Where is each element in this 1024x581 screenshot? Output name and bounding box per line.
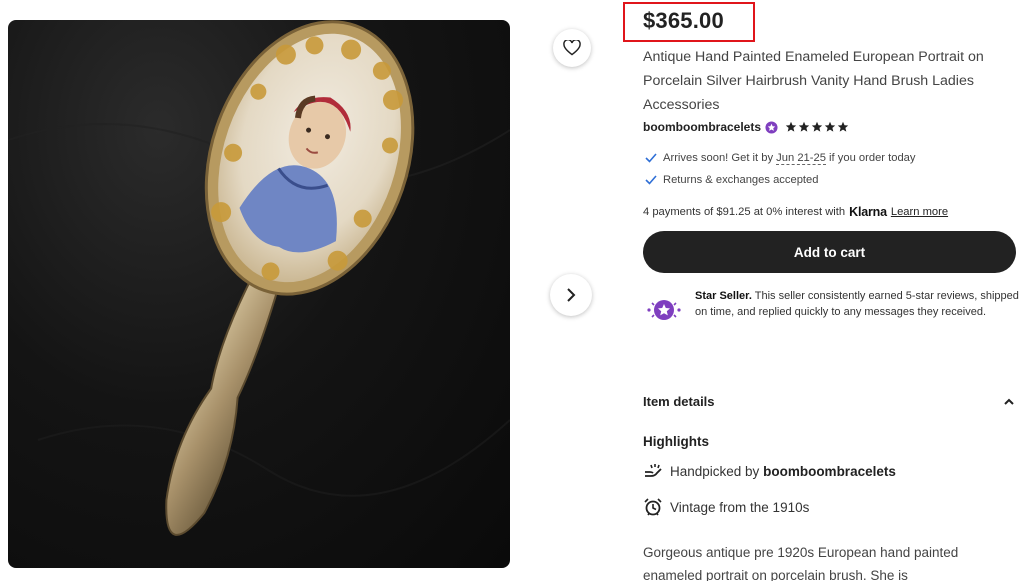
- arrival-info: Arrives soon! Get it by Jun 21-25 if you…: [645, 152, 916, 165]
- check-icon: [645, 153, 657, 163]
- star-icon: [824, 121, 836, 132]
- vintage-text: Vintage from the 1910s: [670, 499, 810, 515]
- favorite-button[interactable]: [553, 29, 591, 67]
- chevron-right-icon: [567, 288, 576, 302]
- add-to-cart-button[interactable]: Add to cart: [643, 231, 1016, 273]
- star-icon: [798, 121, 810, 132]
- klarna-info: 4 payments of $91.25 at 0% interest with…: [643, 205, 948, 219]
- alarm-clock-icon: [644, 498, 662, 516]
- heart-icon: [563, 40, 581, 56]
- shop-name-link[interactable]: boomboombracelets: [643, 120, 761, 134]
- vintage-row: Vintage from the 1910s: [643, 497, 809, 517]
- star-seller-info: Star Seller. This seller consistently ea…: [643, 288, 1021, 322]
- item-details-toggle[interactable]: Item details: [643, 394, 1015, 409]
- next-image-button[interactable]: [550, 274, 592, 316]
- price: $365.00: [643, 8, 724, 33]
- star-seller-icon: [765, 120, 778, 134]
- check-icon: [645, 175, 657, 185]
- hand-icon: [645, 464, 662, 477]
- returns-info: Returns & exchanges accepted: [645, 174, 818, 186]
- item-details-label: Item details: [643, 394, 715, 409]
- handpicked-shop[interactable]: boomboombracelets: [763, 464, 896, 479]
- handpicked-row: Handpicked by boomboombracelets: [643, 462, 896, 480]
- klarna-logo: Klarna: [849, 205, 887, 219]
- rating-stars[interactable]: [785, 121, 849, 133]
- highlights-heading: Highlights: [643, 434, 709, 449]
- arrives-prefix: Arrives soon! Get it by: [663, 152, 774, 164]
- chevron-up-icon: [1004, 398, 1014, 405]
- product-image[interactable]: [8, 20, 510, 568]
- handpicked-prefix: Handpicked by: [670, 463, 760, 479]
- star-icon: [811, 121, 823, 132]
- returns-text: Returns & exchanges accepted: [663, 174, 819, 186]
- star-seller-label: Star Seller.: [695, 290, 752, 302]
- product-description: Gorgeous antique pre 1920s European hand…: [643, 545, 959, 581]
- star-icon: [785, 121, 797, 132]
- hairbrush-photo: [8, 20, 510, 536]
- star-icon: [837, 121, 849, 132]
- shop-row: boomboombracelets: [643, 120, 849, 134]
- arrives-suffix: if you order today: [829, 152, 916, 164]
- product-title: Antique Hand Painted Enameled European P…: [643, 49, 984, 113]
- star-seller-badge-icon: [647, 300, 681, 320]
- learn-more-link[interactable]: Learn more: [891, 206, 948, 218]
- arrives-dates[interactable]: Jun 21-25: [776, 152, 826, 165]
- klarna-text: 4 payments of $91.25 at 0% interest with: [643, 206, 846, 218]
